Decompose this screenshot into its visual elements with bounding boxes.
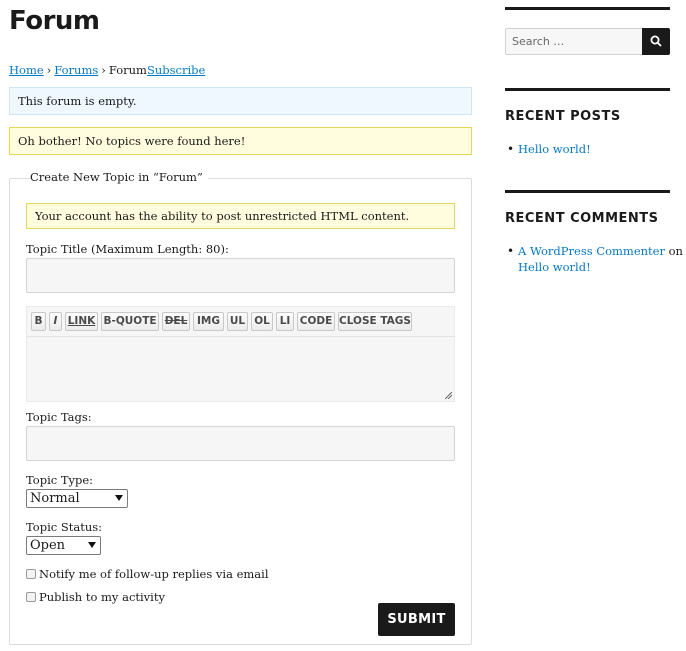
search-icon <box>650 35 662 47</box>
publish-activity-checkbox[interactable] <box>26 592 36 602</box>
italic-button[interactable]: I <box>49 312 62 331</box>
resize-grip-icon[interactable] <box>445 392 452 399</box>
bold-button[interactable]: B <box>31 312 46 331</box>
sidebar-divider <box>505 7 670 10</box>
search-placeholder: Search … <box>512 35 565 48</box>
list-bullet: • <box>507 142 515 156</box>
list-item: A WordPress Commenter on Hello world! <box>518 243 683 275</box>
publish-activity-label: Publish to my activity <box>39 590 165 604</box>
blockquote-button[interactable]: B-QUOTE <box>101 312 159 331</box>
topic-type-label: Topic Type: <box>26 473 94 487</box>
sidebar-divider <box>505 88 670 91</box>
form-legend: Create New Topic in “Forum” <box>30 170 208 184</box>
list-item: Hello world! <box>518 141 591 157</box>
topic-type-select[interactable]: Normal <box>26 489 128 508</box>
chevron-down-icon <box>115 495 123 501</box>
topic-title-label: Topic Title (Maximum Length: 80): <box>26 242 229 256</box>
editor-toolbar: B I LINK B-QUOTE DEL IMG UL OL LI CODE C… <box>26 306 455 336</box>
breadcrumb-current: Forum <box>108 63 147 77</box>
recent-post-link[interactable]: Hello world! <box>518 142 591 156</box>
forum-empty-notice: This forum is empty. <box>9 87 472 115</box>
submit-button[interactable]: SUBMIT <box>378 603 455 636</box>
code-button[interactable]: CODE <box>297 312 335 331</box>
html-permission-notice: Your account has the ability to post unr… <box>26 203 455 229</box>
topic-status-value: Open <box>30 538 66 553</box>
comment-author-link[interactable]: A WordPress Commenter <box>518 244 665 258</box>
breadcrumb: Home › Forums › ForumSubscribe <box>9 63 205 77</box>
topic-title-input[interactable] <box>26 258 455 293</box>
no-topics-notice: Oh bother! No topics were found here! <box>9 127 472 155</box>
close-tags-button[interactable]: CLOSE TAGS <box>338 312 412 331</box>
sidebar-divider <box>505 190 670 193</box>
topic-type-value: Normal <box>30 491 80 506</box>
search-input[interactable]: Search … <box>505 28 643 55</box>
topic-status-select[interactable]: Open <box>26 536 101 555</box>
breadcrumb-separator: › <box>101 63 106 77</box>
recent-posts-title: RECENT POSTS <box>505 109 621 124</box>
comment-post-link[interactable]: Hello world! <box>518 260 591 274</box>
search-button[interactable] <box>642 28 670 55</box>
ol-button[interactable]: OL <box>251 312 273 331</box>
li-button[interactable]: LI <box>276 312 294 331</box>
topic-status-label: Topic Status: <box>26 520 102 534</box>
topic-content-textarea[interactable] <box>26 336 455 402</box>
del-button[interactable]: DEL <box>162 312 190 331</box>
subscribe-link[interactable]: Subscribe <box>147 63 205 77</box>
topic-tags-input[interactable] <box>26 426 455 461</box>
chevron-down-icon <box>88 542 96 548</box>
notify-label: Notify me of follow-up replies via email <box>39 567 269 581</box>
ul-button[interactable]: UL <box>227 312 248 331</box>
topic-tags-label: Topic Tags: <box>26 410 92 424</box>
breadcrumb-home-link[interactable]: Home <box>9 63 44 77</box>
list-bullet: • <box>507 244 515 258</box>
notify-checkbox[interactable] <box>26 569 36 579</box>
breadcrumb-separator: › <box>46 63 52 77</box>
img-button[interactable]: IMG <box>193 312 224 331</box>
comment-on-text: on <box>668 244 683 258</box>
recent-comments-title: RECENT COMMENTS <box>505 211 659 226</box>
link-button[interactable]: LINK <box>65 312 98 331</box>
breadcrumb-forums-link[interactable]: Forums <box>54 63 98 77</box>
page-title: Forum <box>9 6 100 36</box>
